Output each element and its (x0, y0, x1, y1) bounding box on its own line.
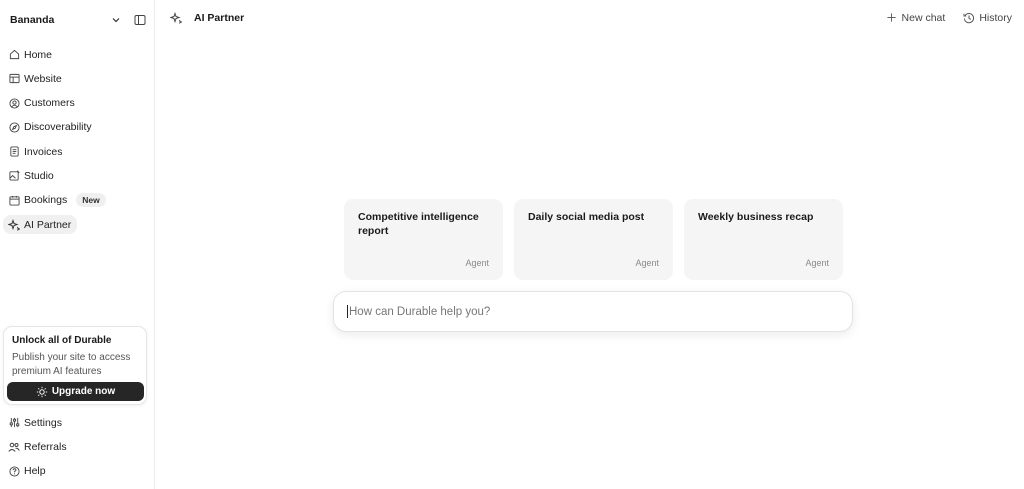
sidebar-item-label: AI Partner (24, 218, 72, 231)
card-title: Competitive intelligence report (358, 211, 479, 237)
sliders-icon (8, 417, 20, 429)
history-button[interactable]: History (963, 12, 1012, 24)
sidebar-item-home[interactable]: Home (3, 45, 58, 64)
compass-icon (8, 121, 20, 133)
page-title: AI Partner (170, 12, 244, 24)
sidebar-nav: Home Website Customers Discoverability I… (3, 45, 151, 239)
sidebar-item-label: Website (24, 72, 62, 85)
sidebar-item-label: Studio (24, 169, 54, 182)
sidebar-item-bookings[interactable]: Bookings New (3, 191, 112, 210)
suggestion-card[interactable]: Competitive intelligence report Agent (344, 199, 503, 280)
upgrade-card: Unlock all of Durable Publish your site … (3, 326, 147, 405)
sidebar-toggle-icon[interactable] (134, 14, 146, 26)
sidebar-item-discoverability[interactable]: Discoverability (3, 118, 98, 137)
sidebar-item-help[interactable]: Help (3, 462, 52, 481)
sidebar-item-settings[interactable]: Settings (3, 413, 68, 432)
upgrade-description: Publish your site to access premium AI f… (12, 352, 131, 377)
user-circle-icon (8, 97, 20, 109)
layout-icon (8, 73, 20, 85)
sidebar-item-label: Discoverability (24, 121, 92, 134)
sidebar-item-customers[interactable]: Customers (3, 94, 81, 113)
suggestion-card[interactable]: Daily social media post Agent (514, 199, 673, 280)
upgrade-button-label: Upgrade now (51, 386, 116, 397)
calendar-icon (8, 194, 20, 206)
new-badge: New (76, 193, 106, 208)
sidebar: Bananda Home Website Customers Discovera… (0, 0, 155, 489)
sidebar-bottom-nav: Settings Referrals Help (3, 413, 151, 486)
sidebar-item-label: Home (24, 48, 53, 61)
workspace-switcher[interactable]: Bananda (10, 12, 146, 28)
sidebar-item-label: Settings (24, 416, 62, 429)
sun-icon (36, 386, 48, 398)
sidebar-item-label: Referrals (24, 440, 67, 453)
page-title-text: AI Partner (194, 12, 245, 24)
suggestion-cards: Competitive intelligence report Agent Da… (344, 199, 843, 280)
new-chat-button[interactable]: New chat (886, 12, 946, 24)
topbar: AI Partner New chat History (156, 0, 1024, 38)
prompt-box[interactable] (333, 291, 853, 332)
card-kind: Agent (805, 258, 829, 268)
upgrade-title: Unlock all of Durable (12, 335, 112, 346)
chevron-down-icon[interactable] (110, 14, 122, 26)
home-icon (8, 49, 20, 61)
prompt-input[interactable] (349, 305, 839, 318)
workspace-name[interactable]: Bananda (10, 14, 110, 26)
upgrade-button[interactable]: Upgrade now (7, 382, 144, 401)
sidebar-item-label: Invoices (24, 145, 63, 158)
card-kind: Agent (465, 258, 489, 268)
users-icon (8, 441, 20, 453)
history-label: History (979, 12, 1012, 24)
help-icon (8, 465, 20, 477)
card-title: Daily social media post (528, 211, 645, 223)
sparkle-icon (170, 12, 182, 24)
sidebar-item-studio[interactable]: Studio (3, 166, 60, 185)
image-edit-icon (8, 170, 20, 182)
sidebar-item-referrals[interactable]: Referrals (3, 437, 73, 456)
plus-icon (886, 12, 898, 24)
new-chat-label: New chat (901, 12, 946, 24)
sidebar-item-ai-partner[interactable]: AI Partner (3, 215, 78, 235)
sidebar-item-label: Customers (24, 97, 75, 110)
history-icon (963, 12, 975, 24)
suggestion-card[interactable]: Weekly business recap Agent (684, 199, 843, 280)
sidebar-item-label: Help (24, 465, 46, 478)
sparkle-icon (8, 218, 20, 231)
sidebar-item-invoices[interactable]: Invoices (3, 142, 69, 161)
receipt-icon (8, 146, 20, 158)
text-caret (347, 305, 348, 318)
card-title: Weekly business recap (698, 211, 814, 223)
sidebar-item-label: Bookings (24, 194, 68, 207)
sidebar-item-website[interactable]: Website (3, 69, 68, 88)
card-kind: Agent (635, 258, 659, 268)
header-actions: New chat History (868, 12, 1012, 24)
